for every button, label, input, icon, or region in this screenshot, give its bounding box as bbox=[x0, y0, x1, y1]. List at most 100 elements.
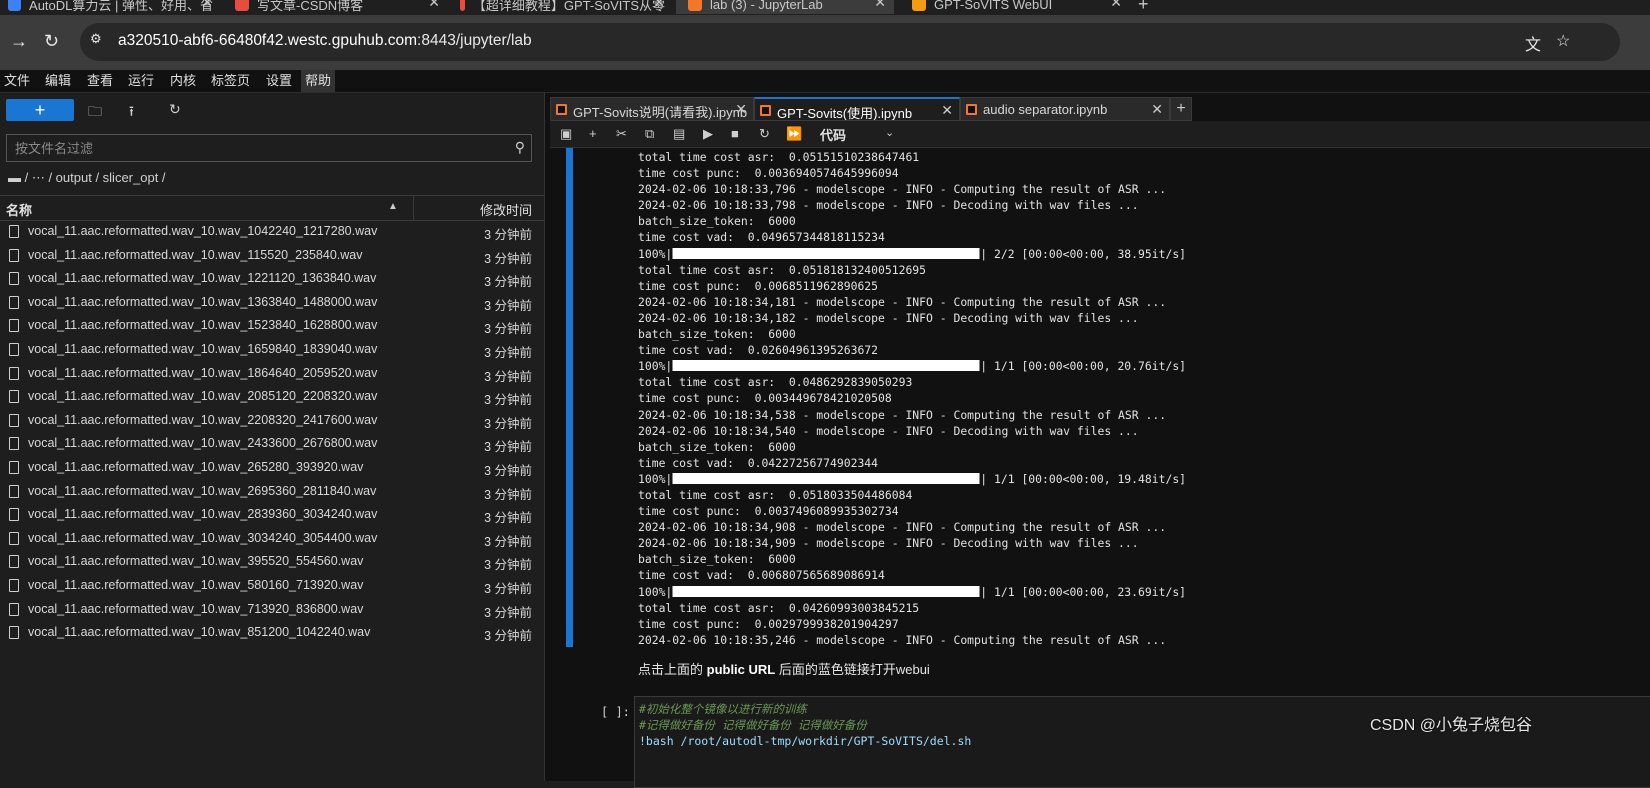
filter-input[interactable] bbox=[7, 135, 513, 161]
translate-icon[interactable]: 文 bbox=[1525, 31, 1541, 55]
file-row[interactable]: vocal_11.aac.reformatted.wav_10.wav_1523… bbox=[0, 314, 544, 338]
upload-icon[interactable]: ⭱ bbox=[129, 101, 134, 125]
file-row[interactable]: vocal_11.aac.reformatted.wav_10.wav_7139… bbox=[0, 598, 544, 622]
file-icon bbox=[9, 413, 19, 427]
file-name: vocal_11.aac.reformatted.wav_10.wav_3955… bbox=[28, 554, 364, 569]
file-row[interactable]: vocal_11.aac.reformatted.wav_10.wav_1659… bbox=[0, 338, 544, 362]
notebook-tab-label: audio separator.ipynb bbox=[983, 102, 1108, 117]
sort-ascending-icon[interactable]: ▲ bbox=[388, 201, 398, 212]
filter-field[interactable]: ⚲ bbox=[6, 134, 532, 162]
file-row[interactable]: vocal_11.aac.reformatted.wav_10.wav_2652… bbox=[0, 456, 544, 480]
code-cell-editor[interactable]: #初始化整个镜像以进行新的训练 #记得做好备份 记得做好备份 记得做好备份 !bas… bbox=[634, 696, 1650, 788]
browser-tab[interactable]: GPT-SoVITS WebUI ✕ bbox=[912, 0, 1122, 14]
stop-icon[interactable]: ■ bbox=[731, 126, 739, 141]
file-row[interactable]: vocal_11.aac.reformatted.wav_10.wav_1155… bbox=[0, 244, 544, 268]
run-icon[interactable]: ▶ bbox=[703, 126, 713, 142]
file-row[interactable]: vocal_11.aac.reformatted.wav_10.wav_8512… bbox=[0, 621, 544, 645]
file-row[interactable]: vocal_11.aac.reformatted.wav_10.wav_5801… bbox=[0, 574, 544, 598]
folder-icon[interactable]: ▬ bbox=[8, 170, 21, 185]
close-icon[interactable]: ✕ bbox=[428, 0, 440, 11]
csdn-icon bbox=[235, 0, 249, 11]
progress-bar bbox=[672, 247, 981, 259]
browser-tab[interactable]: 【超详细教程】GPT-SoVITS从零 ✕ bbox=[460, 0, 665, 14]
output-line: 2024-02-06 10:18:35,246 - modelscope - I… bbox=[638, 632, 1167, 647]
close-icon[interactable]: ✕ bbox=[941, 102, 953, 119]
site-info-icon[interactable]: ⚙ bbox=[90, 31, 108, 49]
file-icon bbox=[9, 248, 19, 262]
close-icon[interactable]: ✕ bbox=[653, 0, 665, 11]
file-row[interactable]: vocal_11.aac.reformatted.wav_10.wav_1042… bbox=[0, 220, 544, 244]
file-row[interactable]: vocal_11.aac.reformatted.wav_10.wav_1221… bbox=[0, 267, 544, 291]
file-modified: 3 分钟前 bbox=[484, 605, 532, 620]
markdown-cell[interactable]: 点击上面的 public URL 后面的蓝色链接打开webui bbox=[638, 659, 930, 678]
file-row[interactable]: vocal_11.aac.reformatted.wav_10.wav_2695… bbox=[0, 480, 544, 504]
file-row[interactable]: vocal_11.aac.reformatted.wav_10.wav_3955… bbox=[0, 550, 544, 574]
menu-kernel[interactable]: 内核 bbox=[166, 70, 200, 92]
restart-icon[interactable]: ↻ bbox=[759, 126, 770, 142]
add-tab-button[interactable]: + bbox=[1170, 97, 1192, 121]
menu-tabs[interactable]: 标签页 bbox=[207, 70, 254, 92]
browser-tab[interactable]: AutoDL算力云 | 弹性、好用、省 ✕ bbox=[8, 0, 213, 14]
menu-help[interactable]: 帮助 bbox=[301, 70, 336, 92]
menu-file[interactable]: 文件 bbox=[0, 70, 34, 92]
file-list-header: 名称 ▲ 修改时间 bbox=[0, 195, 544, 221]
gradio-icon bbox=[912, 0, 926, 11]
jupyter-icon bbox=[688, 0, 702, 11]
close-icon[interactable]: ✕ bbox=[735, 101, 747, 118]
reload-icon[interactable]: ↻ bbox=[44, 31, 59, 52]
browser-tab[interactable]: 写文章-CSDN博客 ✕ bbox=[235, 0, 440, 14]
file-row[interactable]: vocal_11.aac.reformatted.wav_10.wav_2208… bbox=[0, 409, 544, 433]
file-row[interactable]: vocal_11.aac.reformatted.wav_10.wav_2085… bbox=[0, 385, 544, 409]
refresh-icon[interactable]: ↻ bbox=[169, 101, 181, 118]
close-icon[interactable]: ✕ bbox=[1110, 0, 1122, 11]
file-row[interactable]: vocal_11.aac.reformatted.wav_10.wav_1363… bbox=[0, 291, 544, 315]
file-row[interactable]: vocal_11.aac.reformatted.wav_10.wav_2839… bbox=[0, 503, 544, 527]
file-modified: 3 分钟前 bbox=[484, 511, 532, 526]
close-icon[interactable]: ✕ bbox=[874, 0, 886, 11]
breadcrumb[interactable]: ▬ / ⋯ / output / slicer_opt / bbox=[8, 170, 166, 186]
file-name: vocal_11.aac.reformatted.wav_10.wav_1864… bbox=[28, 365, 378, 380]
new-folder-icon[interactable]: 🗀 bbox=[88, 101, 102, 125]
cut-icon[interactable]: ✂ bbox=[616, 126, 627, 142]
paste-icon[interactable]: ▤ bbox=[673, 126, 685, 142]
menu-edit[interactable]: 编辑 bbox=[41, 70, 75, 92]
active-cell-indicator[interactable] bbox=[566, 148, 573, 647]
close-icon[interactable]: ✕ bbox=[1151, 101, 1163, 118]
breadcrumb-path[interactable]: / ⋯ / output / slicer_opt / bbox=[25, 170, 166, 185]
notebook-tab-active[interactable]: GPT-Sovits(使用).ipynb ✕ bbox=[754, 97, 960, 121]
close-icon[interactable]: ✕ bbox=[201, 0, 213, 11]
menu-settings[interactable]: 设置 bbox=[262, 70, 296, 92]
browser-tab-active[interactable]: lab (3) - JupyterLab ✕ bbox=[676, 0, 894, 14]
column-divider[interactable] bbox=[413, 196, 414, 220]
new-tab-button[interactable]: + bbox=[1138, 0, 1149, 14]
notebook-tab[interactable]: GPT-Sovits说明(请看我).ipynb ✕ bbox=[550, 97, 754, 121]
menu-run[interactable]: 运行 bbox=[124, 70, 158, 92]
chevron-down-icon[interactable]: ⌄ bbox=[885, 126, 894, 139]
file-row[interactable]: vocal_11.aac.reformatted.wav_10.wav_1864… bbox=[0, 362, 544, 386]
save-icon[interactable]: ▣ bbox=[560, 126, 572, 142]
new-launcher-button[interactable]: + bbox=[6, 99, 74, 121]
browser-tab-title: AutoDL算力云 | 弹性、好用、省 bbox=[29, 0, 213, 13]
file-icon bbox=[9, 531, 19, 545]
column-modified-header[interactable]: 修改时间 bbox=[480, 200, 532, 219]
cell-type-select[interactable]: 代码 bbox=[820, 125, 846, 144]
output-line: time cost vad: 0.04227256774902344 bbox=[638, 455, 879, 470]
url-text[interactable]: a320510-abf6-66480f42.westc.gpuhub.com:8… bbox=[118, 32, 532, 50]
column-name-header[interactable]: 名称 bbox=[6, 200, 32, 219]
file-name: vocal_11.aac.reformatted.wav_10.wav_1659… bbox=[28, 341, 378, 356]
notebook-tab[interactable]: audio separator.ipynb ✕ bbox=[960, 97, 1170, 121]
file-row[interactable]: vocal_11.aac.reformatted.wav_10.wav_3034… bbox=[0, 527, 544, 551]
file-name: vocal_11.aac.reformatted.wav_10.wav_1363… bbox=[28, 294, 378, 309]
add-cell-icon[interactable]: + bbox=[589, 126, 597, 141]
file-name: vocal_11.aac.reformatted.wav_10.wav_2208… bbox=[28, 412, 378, 427]
file-modified: 3 分钟前 bbox=[484, 322, 532, 337]
run-all-icon[interactable]: ⏩ bbox=[786, 126, 802, 142]
menu-bar: 文件 编辑 查看 运行 内核 标签页 设置 帮助 bbox=[0, 70, 1650, 93]
star-icon[interactable]: ☆ bbox=[1556, 31, 1570, 51]
progress-line: 100%| | 1/1 [00:00<00:00, 20.76it/s] bbox=[638, 358, 1186, 374]
file-row[interactable]: vocal_11.aac.reformatted.wav_10.wav_2433… bbox=[0, 432, 544, 456]
menu-view[interactable]: 查看 bbox=[83, 70, 117, 92]
forward-icon[interactable]: → bbox=[10, 31, 28, 52]
copy-icon[interactable]: ⧉ bbox=[645, 126, 654, 142]
progress-suffix: | 2/2 [00:00<00:00, 38.95it/s] bbox=[980, 246, 1187, 261]
